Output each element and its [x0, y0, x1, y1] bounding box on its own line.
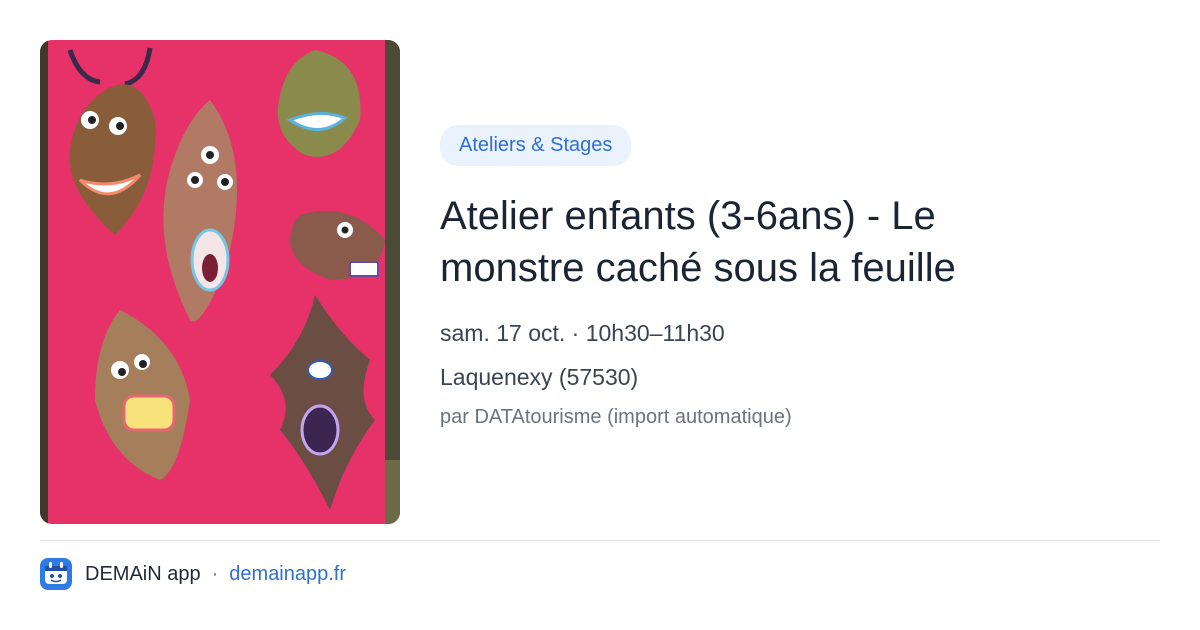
leaf-monsters-image	[40, 40, 400, 524]
app-name: DEMAiN app	[85, 562, 201, 585]
event-details: Ateliers & Stages Atelier enfants (3-6an…	[440, 125, 1160, 429]
event-location: Laquenexy (57530)	[440, 364, 639, 390]
category-badge[interactable]: Ateliers & Stages	[440, 125, 632, 166]
demain-app-icon	[40, 558, 72, 590]
footer: DEMAiN app · demainapp.fr	[40, 558, 346, 590]
event-source: par DATAtourisme (import automatique)	[440, 406, 792, 428]
footer-separator: ·	[211, 562, 219, 585]
footer-divider	[40, 540, 1160, 541]
event-photo[interactable]	[40, 40, 400, 524]
app-domain-link[interactable]: demainapp.fr	[229, 563, 346, 586]
event-date-time: sam. 17 oct. · 10h30–11h30	[440, 320, 725, 346]
event-title[interactable]: Atelier enfants (3-6ans) - Le monstre ca…	[440, 190, 1060, 294]
